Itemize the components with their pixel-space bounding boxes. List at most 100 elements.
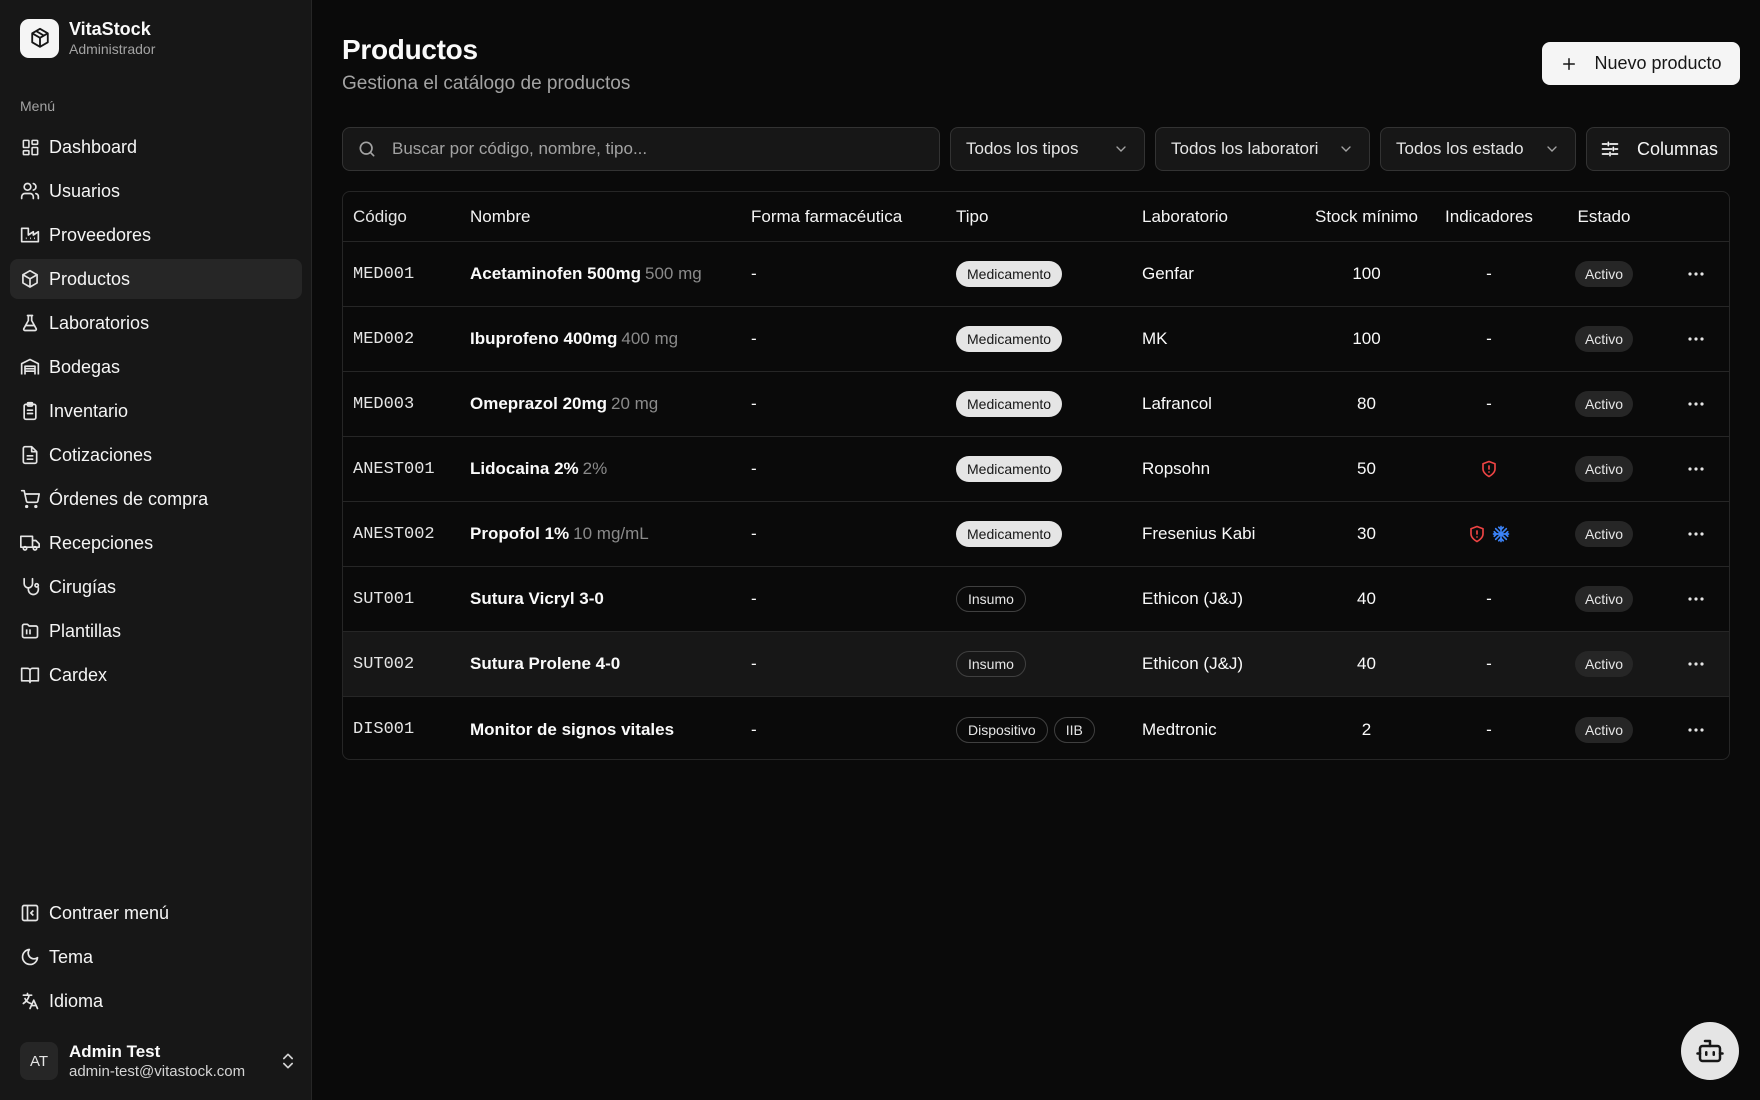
sidebar-item-usuarios[interactable]: Usuarios bbox=[10, 171, 302, 211]
cell-indicadores: - bbox=[1486, 394, 1492, 413]
more-horizontal-icon bbox=[1684, 587, 1708, 611]
cell-stock: 30 bbox=[1357, 524, 1376, 543]
row-actions-button[interactable] bbox=[1661, 457, 1729, 481]
header-stock[interactable]: Stock mínimo bbox=[1302, 207, 1431, 227]
sidebar-item-plantillas[interactable]: Plantillas bbox=[10, 611, 302, 651]
sidebar-item-ordenes-de-compra[interactable]: Órdenes de compra bbox=[10, 479, 302, 519]
cell-tipo: Medicamento bbox=[956, 456, 1142, 482]
more-horizontal-icon bbox=[1684, 457, 1708, 481]
header-forma[interactable]: Forma farmacéutica bbox=[751, 207, 956, 227]
cell-forma: - bbox=[751, 264, 757, 283]
laboratory-filter-select[interactable]: Todos los laboratori bbox=[1155, 127, 1370, 171]
header-estado[interactable]: Estado bbox=[1547, 207, 1661, 227]
row-actions-button[interactable] bbox=[1661, 652, 1729, 676]
sidebar-item-proveedores[interactable]: Proveedores bbox=[10, 215, 302, 255]
status-badge: Activo bbox=[1574, 326, 1634, 352]
snowflake-icon[interactable] bbox=[1492, 525, 1510, 543]
main-content: Productos Gestiona el catálogo de produc… bbox=[312, 0, 1760, 1100]
flask-icon bbox=[20, 313, 40, 333]
cell-laboratorio: Ethicon (J&J) bbox=[1142, 654, 1244, 673]
cell-laboratorio: Ethicon (J&J) bbox=[1142, 589, 1244, 608]
row-actions-button[interactable] bbox=[1661, 718, 1729, 742]
cell-stock: 40 bbox=[1357, 589, 1376, 608]
status-badge: Activo bbox=[1574, 716, 1634, 743]
factory-icon bbox=[20, 225, 40, 245]
sidebar-item-label: Cardex bbox=[49, 664, 108, 685]
products-table: Código Nombre Forma farmacéutica Tipo La… bbox=[342, 191, 1730, 760]
cell-forma: - bbox=[751, 654, 757, 673]
row-actions-button[interactable] bbox=[1661, 392, 1729, 416]
cell-nombre: Sutura Vicryl 3-0 bbox=[458, 589, 751, 609]
logo-icon bbox=[20, 18, 59, 58]
sidebar-item-productos[interactable]: Productos bbox=[10, 259, 302, 299]
language-button[interactable]: Idioma bbox=[10, 981, 302, 1021]
header-tipo[interactable]: Tipo bbox=[956, 207, 1142, 227]
cell-nombre: Monitor de signos vitales bbox=[458, 720, 751, 740]
table-row[interactable]: MED001 Acetaminofen 500mg 500 mg - Medica… bbox=[343, 242, 1729, 307]
type-filter-value: Todos los tipos bbox=[966, 139, 1079, 158]
bot-icon bbox=[1695, 1036, 1725, 1066]
status-badge: Activo bbox=[1574, 456, 1634, 482]
cell-nombre: Propofol 1% 10 mg/mL bbox=[458, 524, 751, 544]
shield-alert-icon[interactable] bbox=[1480, 460, 1498, 478]
table-row[interactable]: MED002 Ibuprofeno 400mg 400 mg - Medicame… bbox=[343, 307, 1729, 372]
user-menu[interactable]: AT Admin Test admin-test@vitastock.com bbox=[20, 1038, 300, 1084]
collapse-menu-button[interactable]: Contraer menú bbox=[10, 893, 302, 933]
sidebar-item-laboratorios[interactable]: Laboratorios bbox=[10, 303, 302, 343]
sidebar-item-bodegas[interactable]: Bodegas bbox=[10, 347, 302, 387]
new-product-button[interactable]: Nuevo producto bbox=[1542, 42, 1740, 85]
stethoscope-icon bbox=[20, 577, 40, 597]
cell-tipo: Insumo bbox=[956, 651, 1142, 677]
table-row[interactable]: SUT001 Sutura Vicryl 3-0 - Insumo Ethico… bbox=[343, 567, 1729, 632]
cell-codigo: DIS001 bbox=[353, 720, 415, 739]
search-box[interactable] bbox=[342, 127, 940, 171]
brand[interactable]: VitaStock Administrador bbox=[20, 18, 155, 58]
collapse-menu-label: Contraer menú bbox=[49, 902, 170, 923]
sidebar-item-cardex[interactable]: Cardex bbox=[10, 655, 302, 695]
cell-tipo: Medicamento bbox=[956, 261, 1142, 287]
table-row[interactable]: DIS001 Monitor de signos vitales - Dispo… bbox=[343, 697, 1729, 759]
type-filter-select[interactable]: Todos los tipos bbox=[950, 127, 1145, 171]
shield-alert-icon[interactable] bbox=[1468, 525, 1486, 543]
cell-stock: 100 bbox=[1352, 264, 1381, 283]
table-row[interactable]: ANEST002 Propofol 1% 10 mg/mL - Medicamen… bbox=[343, 502, 1729, 567]
row-actions-button[interactable] bbox=[1661, 587, 1729, 611]
theme-button[interactable]: Tema bbox=[10, 937, 302, 977]
package-icon bbox=[20, 269, 40, 289]
header-laboratorio[interactable]: Laboratorio bbox=[1142, 207, 1302, 227]
columns-button[interactable]: Columnas bbox=[1586, 127, 1730, 171]
row-actions-button[interactable] bbox=[1661, 327, 1729, 351]
product-dose: 500 mg bbox=[645, 264, 702, 283]
table-row[interactable]: ANEST001 Lidocaina 2% 2% - Medicamento Ro… bbox=[343, 437, 1729, 502]
sidebar-item-cirugias[interactable]: Cirugías bbox=[10, 567, 302, 607]
cell-nombre: Lidocaina 2% 2% bbox=[458, 459, 751, 479]
header-nombre[interactable]: Nombre bbox=[458, 207, 751, 227]
header-codigo[interactable]: Código bbox=[343, 207, 458, 227]
search-input[interactable] bbox=[392, 139, 912, 159]
status-badge: Activo bbox=[1574, 651, 1634, 677]
status-filter-select[interactable]: Todos los estado bbox=[1380, 127, 1576, 171]
more-horizontal-icon bbox=[1684, 392, 1708, 416]
cell-codigo: ANEST001 bbox=[353, 459, 435, 479]
table-row[interactable]: SUT002 Sutura Prolene 4-0 - Insumo Ethic… bbox=[343, 632, 1729, 697]
cell-indicadores bbox=[1431, 525, 1547, 543]
sliders-icon bbox=[1600, 139, 1620, 159]
row-actions-button[interactable] bbox=[1661, 262, 1729, 286]
status-badge: Activo bbox=[1574, 261, 1634, 287]
row-actions-button[interactable] bbox=[1661, 522, 1729, 546]
chevron-down-icon bbox=[1544, 141, 1560, 157]
user-email: admin-test@vitastock.com bbox=[69, 1063, 246, 1080]
sidebar-item-dashboard[interactable]: Dashboard bbox=[10, 127, 302, 167]
sidebar-item-recepciones[interactable]: Recepciones bbox=[10, 523, 302, 563]
sidebar-item-label: Cotizaciones bbox=[49, 444, 153, 465]
product-dose: 10 mg/mL bbox=[573, 524, 649, 543]
clipboard-icon bbox=[20, 401, 40, 421]
cell-indicadores: - bbox=[1486, 329, 1492, 348]
cell-stock: 50 bbox=[1357, 459, 1376, 478]
assistant-bot-button[interactable] bbox=[1681, 1022, 1739, 1080]
sidebar-item-cotizaciones[interactable]: Cotizaciones bbox=[10, 435, 302, 475]
warehouse-icon bbox=[20, 357, 40, 377]
sidebar-item-inventario[interactable]: Inventario bbox=[10, 391, 302, 431]
table-row[interactable]: MED003 Omeprazol 20mg 20 mg - Medicamento… bbox=[343, 372, 1729, 437]
avatar: AT bbox=[20, 1042, 58, 1080]
